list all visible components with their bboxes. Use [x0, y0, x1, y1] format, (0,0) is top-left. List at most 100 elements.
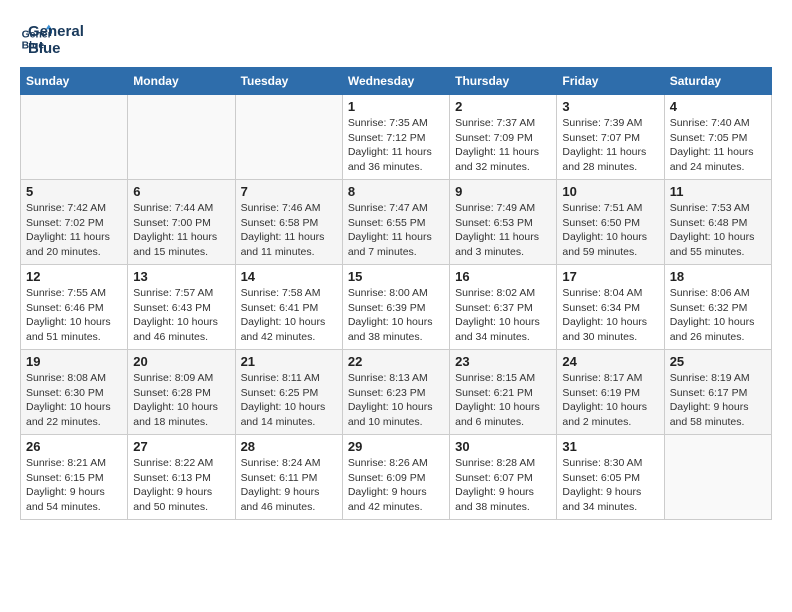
day-number: 18: [670, 269, 766, 284]
day-number: 24: [562, 354, 658, 369]
day-info: Sunrise: 8:19 AM Sunset: 6:17 PM Dayligh…: [670, 371, 766, 430]
day-number: 28: [241, 439, 337, 454]
calendar-cell: 24 Sunrise: 8:17 AM Sunset: 6:19 PM Dayli…: [557, 350, 664, 435]
calendar-cell: 16 Sunrise: 8:02 AM Sunset: 6:37 PM Dayli…: [450, 265, 557, 350]
day-info: Sunrise: 8:26 AM Sunset: 6:09 PM Dayligh…: [348, 456, 444, 515]
day-info: Sunrise: 8:15 AM Sunset: 6:21 PM Dayligh…: [455, 371, 551, 430]
day-number: 10: [562, 184, 658, 199]
calendar-cell: 18 Sunrise: 8:06 AM Sunset: 6:32 PM Dayli…: [664, 265, 771, 350]
day-info: Sunrise: 7:53 AM Sunset: 6:48 PM Dayligh…: [670, 201, 766, 260]
day-number: 8: [348, 184, 444, 199]
day-number: 22: [348, 354, 444, 369]
day-number: 13: [133, 269, 229, 284]
day-number: 14: [241, 269, 337, 284]
day-header-saturday: Saturday: [664, 68, 771, 95]
calendar-cell: 8 Sunrise: 7:47 AM Sunset: 6:55 PM Daylig…: [342, 180, 449, 265]
day-number: 20: [133, 354, 229, 369]
calendar-cell: 6 Sunrise: 7:44 AM Sunset: 7:00 PM Daylig…: [128, 180, 235, 265]
calendar-cell: 23 Sunrise: 8:15 AM Sunset: 6:21 PM Dayli…: [450, 350, 557, 435]
day-info: Sunrise: 8:00 AM Sunset: 6:39 PM Dayligh…: [348, 286, 444, 345]
day-info: Sunrise: 8:13 AM Sunset: 6:23 PM Dayligh…: [348, 371, 444, 430]
day-number: 11: [670, 184, 766, 199]
day-info: Sunrise: 8:08 AM Sunset: 6:30 PM Dayligh…: [26, 371, 122, 430]
calendar-week-5: 26Sunrise: 8:21 AM Sunset: 6:15 PM Dayli…: [21, 435, 772, 520]
page-header: General Blue General Blue: [20, 20, 772, 57]
day-header-thursday: Thursday: [450, 68, 557, 95]
calendar-cell: 17 Sunrise: 8:04 AM Sunset: 6:34 PM Dayli…: [557, 265, 664, 350]
day-number: 3: [562, 99, 658, 114]
day-number: 19: [26, 354, 122, 369]
day-info: Sunrise: 7:40 AM Sunset: 7:05 PM Dayligh…: [670, 116, 766, 175]
day-number: 2: [455, 99, 551, 114]
day-number: 6: [133, 184, 229, 199]
calendar-cell: 3 Sunrise: 7:39 AM Sunset: 7:07 PM Daylig…: [557, 95, 664, 180]
calendar-cell: 7 Sunrise: 7:46 AM Sunset: 6:58 PM Daylig…: [235, 180, 342, 265]
day-header-tuesday: Tuesday: [235, 68, 342, 95]
day-info: Sunrise: 7:47 AM Sunset: 6:55 PM Dayligh…: [348, 201, 444, 260]
day-info: Sunrise: 7:57 AM Sunset: 6:43 PM Dayligh…: [133, 286, 229, 345]
calendar-header-row: SundayMondayTuesdayWednesdayThursdayFrid…: [21, 68, 772, 95]
calendar-cell: 10 Sunrise: 7:51 AM Sunset: 6:50 PM Dayli…: [557, 180, 664, 265]
day-number: 1: [348, 99, 444, 114]
calendar-cell: 26Sunrise: 8:21 AM Sunset: 6:15 PM Dayli…: [21, 435, 128, 520]
calendar-cell: 14 Sunrise: 7:58 AM Sunset: 6:41 PM Dayli…: [235, 265, 342, 350]
day-info: Sunrise: 8:17 AM Sunset: 6:19 PM Dayligh…: [562, 371, 658, 430]
calendar-cell: 4 Sunrise: 7:40 AM Sunset: 7:05 PM Daylig…: [664, 95, 771, 180]
calendar-cell: 9Sunrise: 7:49 AM Sunset: 6:53 PM Daylig…: [450, 180, 557, 265]
day-info: Sunrise: 7:55 AM Sunset: 6:46 PM Dayligh…: [26, 286, 122, 345]
calendar-cell: 2Sunrise: 7:37 AM Sunset: 7:09 PM Daylig…: [450, 95, 557, 180]
calendar-week-2: 5 Sunrise: 7:42 AM Sunset: 7:02 PM Daylig…: [21, 180, 772, 265]
day-info: Sunrise: 7:44 AM Sunset: 7:00 PM Dayligh…: [133, 201, 229, 260]
day-number: 31: [562, 439, 658, 454]
day-number: 21: [241, 354, 337, 369]
day-info: Sunrise: 8:02 AM Sunset: 6:37 PM Dayligh…: [455, 286, 551, 345]
calendar-cell: 13 Sunrise: 7:57 AM Sunset: 6:43 PM Dayli…: [128, 265, 235, 350]
logo: General Blue General Blue: [20, 20, 84, 57]
day-info: Sunrise: 8:11 AM Sunset: 6:25 PM Dayligh…: [241, 371, 337, 430]
day-info: Sunrise: 7:58 AM Sunset: 6:41 PM Dayligh…: [241, 286, 337, 345]
calendar-cell: 15 Sunrise: 8:00 AM Sunset: 6:39 PM Dayli…: [342, 265, 449, 350]
day-number: 25: [670, 354, 766, 369]
day-number: 17: [562, 269, 658, 284]
day-info: Sunrise: 8:06 AM Sunset: 6:32 PM Dayligh…: [670, 286, 766, 345]
day-info: Sunrise: 8:04 AM Sunset: 6:34 PM Dayligh…: [562, 286, 658, 345]
day-info: Sunrise: 7:42 AM Sunset: 7:02 PM Dayligh…: [26, 201, 122, 260]
calendar-cell: 27Sunrise: 8:22 AM Sunset: 6:13 PM Dayli…: [128, 435, 235, 520]
calendar-table: SundayMondayTuesdayWednesdayThursdayFrid…: [20, 67, 772, 520]
day-header-wednesday: Wednesday: [342, 68, 449, 95]
day-info: Sunrise: 7:39 AM Sunset: 7:07 PM Dayligh…: [562, 116, 658, 175]
calendar-cell: 25 Sunrise: 8:19 AM Sunset: 6:17 PM Dayli…: [664, 350, 771, 435]
calendar-cell: 22 Sunrise: 8:13 AM Sunset: 6:23 PM Dayli…: [342, 350, 449, 435]
day-number: 5: [26, 184, 122, 199]
day-number: 7: [241, 184, 337, 199]
calendar-cell: 5 Sunrise: 7:42 AM Sunset: 7:02 PM Daylig…: [21, 180, 128, 265]
day-number: 12: [26, 269, 122, 284]
calendar-cell: 29Sunrise: 8:26 AM Sunset: 6:09 PM Dayli…: [342, 435, 449, 520]
day-number: 26: [26, 439, 122, 454]
day-number: 15: [348, 269, 444, 284]
logo-blue: Blue: [28, 41, 84, 58]
day-header-sunday: Sunday: [21, 68, 128, 95]
calendar-cell: [21, 95, 128, 180]
day-number: 23: [455, 354, 551, 369]
day-header-friday: Friday: [557, 68, 664, 95]
day-info: Sunrise: 7:51 AM Sunset: 6:50 PM Dayligh…: [562, 201, 658, 260]
calendar-cell: 28 Sunrise: 8:24 AM Sunset: 6:11 PM Dayli…: [235, 435, 342, 520]
calendar-cell: 1 Sunrise: 7:35 AM Sunset: 7:12 PM Daylig…: [342, 95, 449, 180]
logo-general: General: [28, 24, 84, 41]
day-info: Sunrise: 8:09 AM Sunset: 6:28 PM Dayligh…: [133, 371, 229, 430]
calendar-week-1: 1 Sunrise: 7:35 AM Sunset: 7:12 PM Daylig…: [21, 95, 772, 180]
day-number: 16: [455, 269, 551, 284]
day-info: Sunrise: 8:30 AM Sunset: 6:05 PM Dayligh…: [562, 456, 658, 515]
day-number: 4: [670, 99, 766, 114]
day-number: 27: [133, 439, 229, 454]
day-info: Sunrise: 8:24 AM Sunset: 6:11 PM Dayligh…: [241, 456, 337, 515]
calendar-cell: 12 Sunrise: 7:55 AM Sunset: 6:46 PM Dayli…: [21, 265, 128, 350]
calendar-cell: [664, 435, 771, 520]
day-header-monday: Monday: [128, 68, 235, 95]
day-info: Sunrise: 7:35 AM Sunset: 7:12 PM Dayligh…: [348, 116, 444, 175]
calendar-cell: 31 Sunrise: 8:30 AM Sunset: 6:05 PM Dayli…: [557, 435, 664, 520]
calendar-cell: 21 Sunrise: 8:11 AM Sunset: 6:25 PM Dayli…: [235, 350, 342, 435]
day-info: Sunrise: 7:46 AM Sunset: 6:58 PM Dayligh…: [241, 201, 337, 260]
calendar-cell: [128, 95, 235, 180]
